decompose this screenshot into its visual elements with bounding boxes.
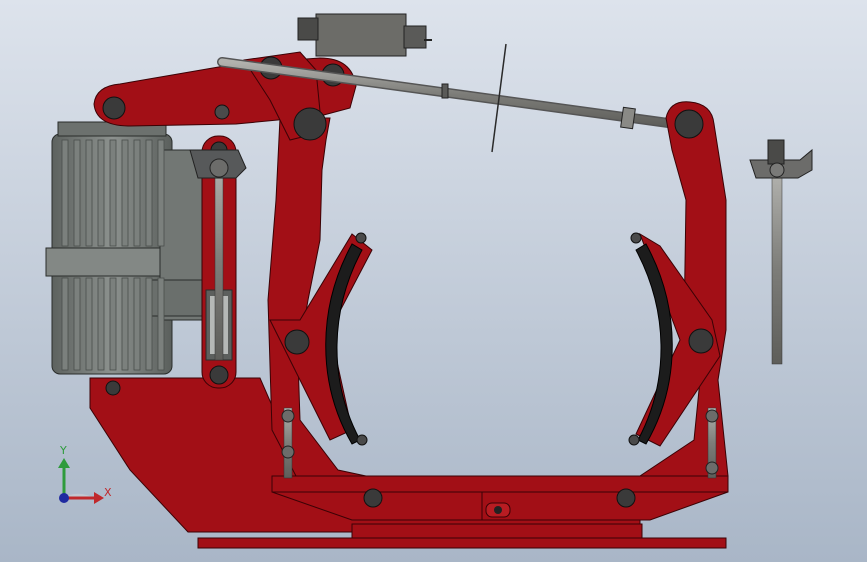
cooling-fin	[109, 277, 117, 371]
right-arm-pivot-top	[674, 109, 704, 139]
left-adjust-screw	[281, 407, 295, 479]
brake-assembly-drawing: Y X	[0, 0, 867, 562]
left-arm-pivot	[284, 329, 310, 355]
cooling-fin	[145, 277, 153, 371]
base-pivot-left	[363, 488, 383, 508]
cooling-fin	[109, 139, 117, 247]
cooling-fin	[121, 277, 129, 371]
cooling-fin	[73, 277, 81, 371]
cooling-fin	[97, 139, 105, 247]
cooling-fin	[121, 139, 129, 247]
cooling-fin	[61, 139, 69, 247]
right-adjust-screw	[705, 407, 719, 479]
cooling-fin	[133, 139, 141, 247]
cooling-fin	[145, 139, 153, 247]
lever-pivot-main	[293, 107, 327, 141]
lever-pivot-small	[214, 104, 230, 120]
foot-bolt	[105, 380, 121, 396]
cooling-fin	[157, 139, 165, 247]
cad-viewport[interactable]: Y X	[0, 0, 867, 562]
center-pin	[485, 502, 511, 518]
triad-y-label: Y	[59, 444, 67, 457]
cooling-fin	[97, 277, 105, 371]
lever-pivot-left	[102, 96, 126, 120]
cooling-fin	[73, 139, 81, 247]
cooling-fin	[133, 277, 141, 371]
cooling-fin	[85, 277, 93, 371]
cooling-fin	[157, 277, 165, 371]
cooling-fin	[61, 277, 69, 371]
cooling-fin	[85, 139, 93, 247]
right-arm-pivot	[688, 328, 714, 354]
triad-x-label: X	[104, 486, 112, 499]
base-pivot-right	[616, 488, 636, 508]
